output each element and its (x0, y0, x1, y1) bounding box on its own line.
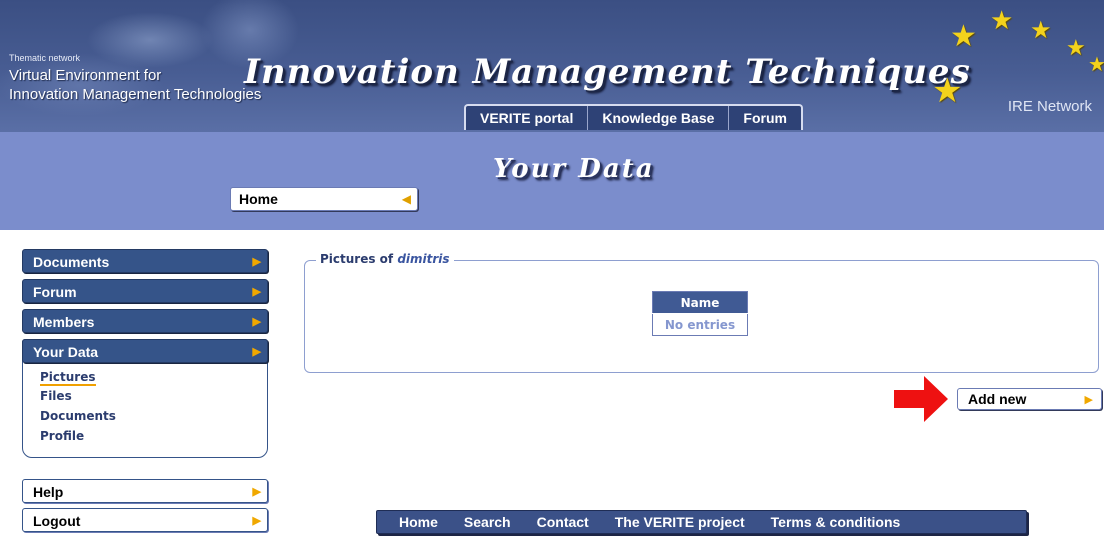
star-icon: ★ (1088, 52, 1104, 76)
page-title: Your Data (493, 154, 655, 184)
arrow-right-icon: ▶ (252, 316, 261, 328)
logout-button[interactable]: Logout ▶ (22, 508, 268, 532)
tab-knowledge-base[interactable]: Knowledge Base (588, 106, 730, 130)
ire-network-label: IRE Network (1007, 98, 1092, 115)
header-banner: Thematic network Virtual Environment for… (0, 0, 1104, 132)
sidebar-item-label: Documents (33, 254, 110, 270)
sidebar-item-your-data[interactable]: Your Data ▶ (22, 339, 268, 363)
star-icon: ★ (932, 71, 963, 111)
tab-forum[interactable]: Forum (729, 106, 801, 130)
arrow-left-icon: ◀ (401, 192, 411, 206)
submenu-item-profile[interactable]: Profile (40, 429, 84, 443)
breadcrumb-label: Home (239, 191, 278, 207)
add-new-label: Add new (968, 391, 1027, 407)
organization-name-line2: Innovation Management Technologies (9, 86, 262, 103)
top-navigation: VERITE portal Knowledge Base Forum (464, 104, 803, 130)
star-icon: ★ (1030, 16, 1052, 44)
star-icon: ★ (990, 6, 1014, 36)
fieldset-legend: Pictures of dimitris (316, 252, 454, 266)
arrow-right-icon: ▶ (252, 515, 261, 527)
arrow-right-icon: ▶ (252, 486, 261, 498)
sidebar-item-label: Your Data (33, 344, 99, 360)
logout-label: Logout (33, 513, 81, 529)
add-new-button[interactable]: Add new ▶ (957, 388, 1102, 410)
column-header-name[interactable]: Name (652, 291, 748, 314)
help-button[interactable]: Help ▶ (22, 479, 268, 503)
footer-link-search[interactable]: Search (464, 514, 511, 530)
tab-verite-portal[interactable]: VERITE portal (466, 106, 589, 130)
arrow-right-icon: ▶ (252, 286, 261, 298)
empty-table-message: No entries (652, 313, 748, 336)
arrow-right-icon: ▶ (252, 346, 261, 358)
section-banner: Your Data Home ◀ (0, 132, 1104, 230)
arrow-right-icon: ▶ (1084, 393, 1093, 406)
footer-navigation: Home Search Contact The VERITE project T… (376, 510, 1027, 534)
footer-link-contact[interactable]: Contact (537, 514, 589, 530)
legend-prefix: Pictures of (320, 252, 398, 266)
sidebar-item-label: Members (33, 314, 95, 330)
submenu-item-files[interactable]: Files (40, 389, 72, 403)
footer-link-verite-project[interactable]: The VERITE project (615, 514, 745, 530)
submenu-item-pictures[interactable]: Pictures (40, 370, 96, 386)
sidebar-item-members[interactable]: Members ▶ (22, 309, 268, 333)
footer-link-home[interactable]: Home (399, 514, 438, 530)
legend-username: dimitris (397, 252, 450, 266)
submenu-item-documents[interactable]: Documents (40, 409, 116, 423)
sidebar-item-label: Forum (33, 284, 77, 300)
pictures-table: Name No entries (652, 291, 748, 336)
breadcrumb-home-button[interactable]: Home ◀ (230, 187, 418, 211)
red-pointer-arrow-icon (894, 376, 948, 422)
footer-link-terms[interactable]: Terms & conditions (771, 514, 901, 530)
thematic-network-label: Thematic network (9, 53, 81, 63)
sidebar-item-documents[interactable]: Documents ▶ (22, 249, 268, 273)
star-icon: ★ (1066, 36, 1086, 61)
sidebar-item-forum[interactable]: Forum ▶ (22, 279, 268, 303)
organization-name-line1: Virtual Environment for (9, 67, 162, 84)
site-title: Innovation Management Techniques (244, 52, 971, 92)
help-label: Help (33, 484, 64, 500)
star-icon: ★ (950, 19, 977, 54)
arrow-right-icon: ▶ (252, 256, 261, 268)
